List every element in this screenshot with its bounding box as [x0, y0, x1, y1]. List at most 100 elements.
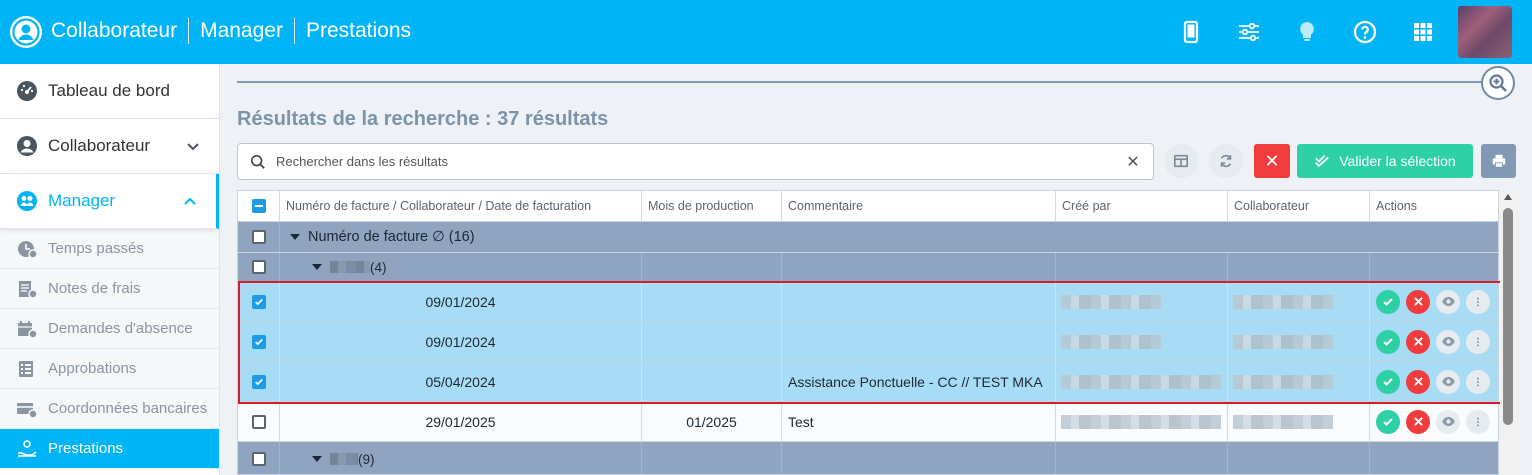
row-checkbox[interactable] — [238, 282, 280, 321]
row-checkbox[interactable] — [238, 362, 280, 401]
sidebar-item-label: Collaborateur — [48, 136, 151, 155]
more-vertical-icon — [1477, 297, 1479, 306]
zoom-in-button[interactable] — [1481, 66, 1515, 100]
cell-date: 05/04/2024 — [280, 362, 642, 401]
refresh-icon — [1220, 154, 1232, 168]
sidebar-item-approbations[interactable]: Approbations — [0, 349, 219, 389]
redacted-collaborator — [1233, 294, 1333, 309]
sidebar: Tableau de bord Collaborateur Manager Te… — [0, 64, 220, 475]
subgroup-row[interactable]: (9) — [238, 442, 1498, 474]
sidebar-item-demandes-absence[interactable]: Demandes d'absence — [0, 309, 219, 349]
cell-date: 09/01/2024 — [280, 282, 642, 321]
approve-button[interactable] — [1376, 289, 1400, 314]
redacted-name — [330, 261, 370, 273]
sidebar-item-notes-de-frais[interactable]: Notes de frais — [0, 269, 219, 309]
check-icon — [1383, 297, 1393, 306]
scrollbar-thumb[interactable] — [1503, 208, 1513, 425]
row-checkbox[interactable] — [238, 322, 280, 361]
more-options-button[interactable] — [1466, 329, 1490, 354]
user-circle-icon[interactable] — [10, 16, 42, 48]
sidebar-item-temps-passes[interactable]: Temps passés — [0, 229, 219, 269]
more-vertical-icon — [1477, 337, 1479, 346]
view-button[interactable] — [1436, 329, 1460, 354]
sidebar-item-label: Coordonnées bancaires — [48, 400, 208, 417]
reject-button[interactable] — [1406, 409, 1430, 434]
view-button[interactable] — [1436, 409, 1460, 434]
redacted-collaborator — [1233, 414, 1333, 429]
view-button[interactable] — [1436, 289, 1460, 314]
approve-button[interactable] — [1376, 409, 1400, 434]
list-icon — [16, 359, 38, 379]
columns-button[interactable] — [1164, 144, 1198, 178]
scroll-up-icon[interactable] — [1504, 194, 1512, 200]
print-button[interactable] — [1481, 144, 1516, 178]
avatar[interactable] — [1458, 6, 1512, 58]
chevron-up-icon[interactable] — [182, 193, 198, 209]
sidebar-item-tableau-de-bord[interactable]: Tableau de bord — [0, 64, 219, 119]
sliders-icon[interactable] — [1235, 18, 1263, 46]
more-options-button[interactable] — [1466, 289, 1490, 314]
eye-icon — [1441, 296, 1455, 307]
column-header-facture[interactable]: Numéro de facture / Collaborateur / Date… — [280, 191, 642, 221]
column-header-mois[interactable]: Mois de production — [642, 191, 782, 221]
validate-selection-label: Valider la sélection — [1339, 153, 1456, 169]
caret-down-icon[interactable] — [290, 234, 300, 240]
subgroup-checkbox[interactable] — [238, 253, 280, 281]
column-header-commentaire[interactable]: Commentaire — [782, 191, 1056, 221]
sidebar-item-collaborateur[interactable]: Collaborateur — [0, 119, 219, 174]
subgroup-row[interactable]: (4) — [238, 253, 1498, 282]
sidebar-item-prestations[interactable]: Prestations — [0, 429, 219, 469]
help-icon[interactable] — [1351, 18, 1379, 46]
apps-grid-icon[interactable] — [1409, 18, 1437, 46]
table-row[interactable]: 09/01/2024 — [238, 322, 1498, 362]
group-row[interactable]: Numéro de facture ∅ (16) — [238, 222, 1498, 253]
table-scrollbar[interactable] — [1500, 190, 1516, 475]
caret-down-icon[interactable] — [312, 264, 322, 270]
cell-commentaire: Assistance Ponctuelle - CC // TEST MKA — [782, 362, 1056, 401]
table-row[interactable]: 09/01/2024 — [238, 282, 1498, 322]
cancel-selection-button[interactable]: ✕ — [1254, 144, 1290, 178]
more-options-button[interactable] — [1466, 409, 1490, 434]
chevron-down-icon[interactable] — [185, 138, 201, 154]
manager-icon — [16, 190, 38, 212]
reject-button[interactable] — [1406, 289, 1430, 314]
subgroup-checkbox[interactable] — [238, 442, 280, 474]
calendar-icon — [16, 319, 38, 339]
select-all-checkbox[interactable] — [238, 191, 280, 221]
column-header-collaborateur[interactable]: Collaborateur — [1228, 191, 1370, 221]
table-row[interactable]: 05/04/2024 Assistance Ponctuelle - CC //… — [238, 362, 1498, 402]
table-header: Numéro de facture / Collaborateur / Date… — [238, 191, 1498, 222]
row-checkbox[interactable] — [238, 402, 280, 441]
lightbulb-icon[interactable] — [1293, 18, 1321, 46]
group-label: Numéro de facture ∅ (16) — [308, 229, 475, 245]
check-icon — [1383, 417, 1393, 426]
sidebar-item-label: Manager — [48, 191, 116, 210]
close-icon — [1413, 297, 1423, 306]
close-icon — [1413, 377, 1423, 386]
column-header-cree-par[interactable]: Créé par — [1056, 191, 1228, 221]
group-checkbox[interactable] — [238, 222, 280, 252]
approve-button[interactable] — [1376, 329, 1400, 354]
table-row[interactable]: 29/01/2025 01/2025 Test — [238, 402, 1498, 442]
reject-button[interactable] — [1406, 329, 1430, 354]
top-bar: Collaborateur Manager Prestations — [0, 0, 1532, 64]
breadcrumb-prestations[interactable]: Prestations — [306, 19, 411, 43]
refresh-button[interactable] — [1209, 144, 1243, 178]
sidebar-item-label: Tableau de bord — [48, 81, 170, 100]
search-icon — [250, 154, 268, 170]
breadcrumb-collaborateur[interactable]: Collaborateur — [51, 19, 177, 43]
validate-selection-button[interactable]: Valider la sélection — [1297, 144, 1473, 178]
more-options-button[interactable] — [1466, 369, 1490, 394]
caret-down-icon[interactable] — [312, 456, 322, 462]
search-input[interactable] — [276, 154, 1123, 169]
sidebar-item-manager[interactable]: Manager — [0, 174, 219, 229]
clear-search-icon[interactable]: ✕ — [1123, 152, 1143, 172]
close-icon: ✕ — [1264, 150, 1280, 171]
breadcrumb-manager[interactable]: Manager — [200, 19, 283, 43]
approve-button[interactable] — [1376, 369, 1400, 394]
redacted-creator — [1061, 374, 1221, 389]
view-button[interactable] — [1436, 369, 1460, 394]
mobile-icon[interactable] — [1177, 18, 1205, 46]
sidebar-item-coordonnees-bancaires[interactable]: Coordonnées bancaires — [0, 389, 219, 429]
reject-button[interactable] — [1406, 369, 1430, 394]
